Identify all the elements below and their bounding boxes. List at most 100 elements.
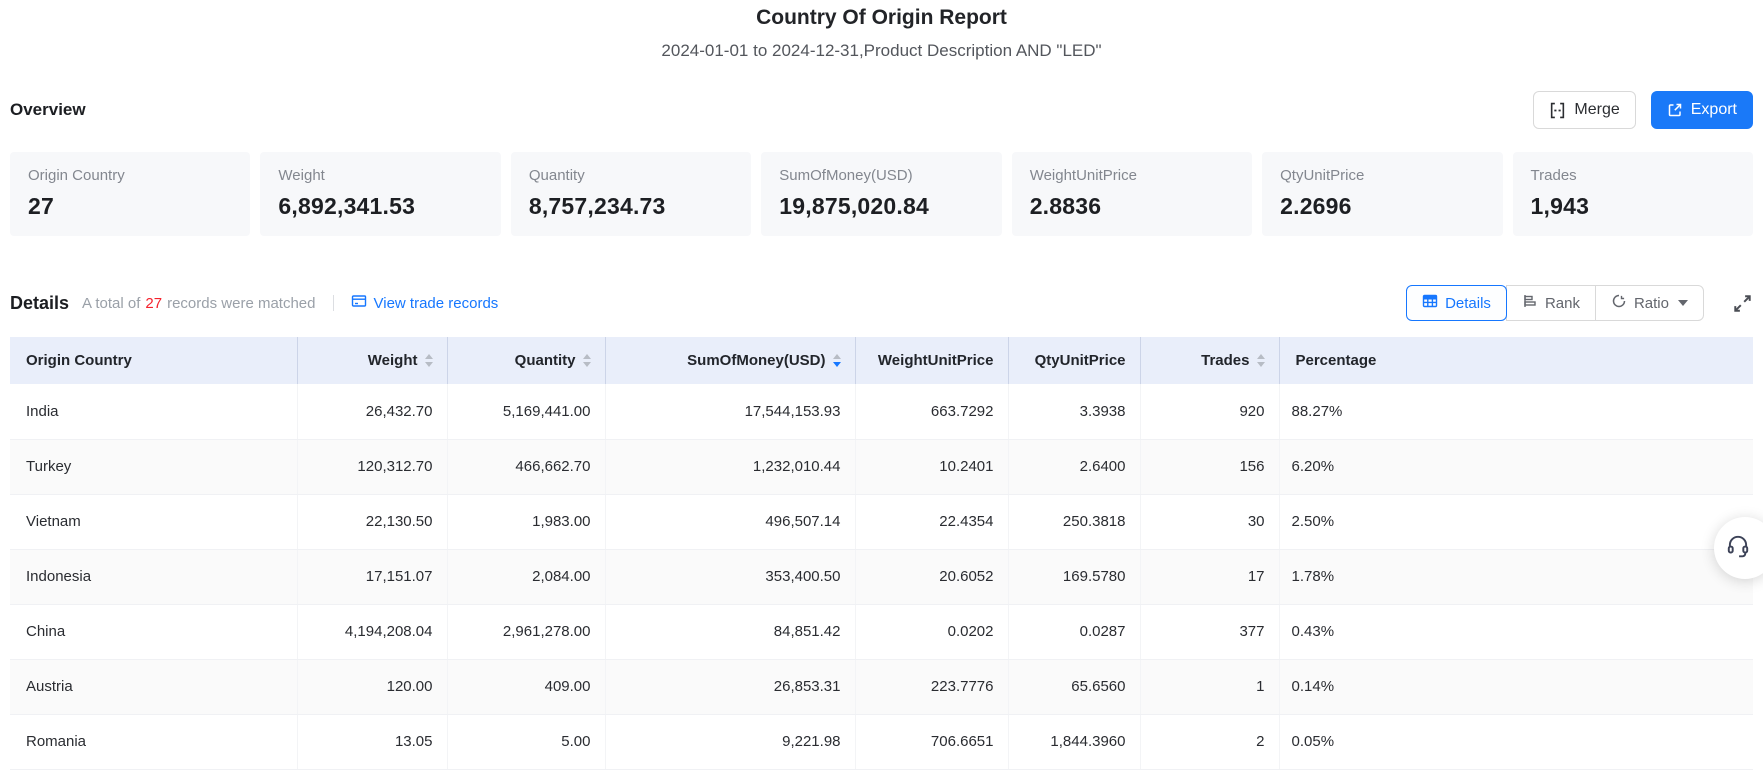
cell-weight-unit-price: 10.2401	[855, 439, 1008, 494]
tab-details[interactable]: Details	[1406, 285, 1507, 321]
cell-sum-of-money: 353,400.50	[605, 549, 855, 604]
cell-country: India	[10, 384, 297, 439]
cell-percentage: 0.43%	[1279, 604, 1753, 659]
cell-country: Vietnam	[10, 494, 297, 549]
column-label: WeightUnitPrice	[878, 352, 994, 369]
sort-carets-icon	[425, 354, 433, 367]
cell-country: Indonesia	[10, 549, 297, 604]
column-header-qty-unit-price: QtyUnitPrice	[1008, 337, 1140, 384]
stat-value: 8,757,234.73	[529, 193, 733, 220]
merge-cells-icon	[1549, 102, 1566, 119]
cell-weight: 22,130.50	[297, 494, 447, 549]
stat-label: Origin Country	[28, 167, 232, 184]
stat-value: 2.8836	[1030, 193, 1234, 220]
sort-carets-icon	[583, 354, 591, 367]
cell-sum-of-money: 26,853.31	[605, 659, 855, 714]
cell-quantity: 466,662.70	[447, 439, 605, 494]
cell-country: China	[10, 604, 297, 659]
cell-percentage: 0.14%	[1279, 659, 1753, 714]
cell-trades: 30	[1140, 494, 1279, 549]
cell-quantity: 409.00	[447, 659, 605, 714]
column-label: SumOfMoney(USD)	[687, 352, 825, 369]
cell-sum-of-money: 496,507.14	[605, 494, 855, 549]
details-bar: Details A total of27records were matched…	[0, 285, 1763, 321]
cell-quantity: 5,169,441.00	[447, 384, 605, 439]
cell-weight-unit-price: 706.6651	[855, 714, 1008, 769]
stat-value: 6,892,341.53	[278, 193, 482, 220]
column-header-weight[interactable]: Weight	[297, 337, 447, 384]
stat-label: WeightUnitPrice	[1030, 167, 1234, 184]
column-header-trades[interactable]: Trades	[1140, 337, 1279, 384]
cell-weight: 26,432.70	[297, 384, 447, 439]
stat-value: 1,943	[1531, 193, 1735, 220]
sort-carets-icon	[1257, 354, 1265, 367]
column-label: Trades	[1201, 352, 1249, 369]
tab-ratio[interactable]: Ratio	[1595, 285, 1704, 321]
table-grid-icon	[1422, 293, 1438, 313]
cell-qty-unit-price: 0.0287	[1008, 604, 1140, 659]
cell-percentage: 0.05%	[1279, 714, 1753, 769]
stat-card-quantity: Quantity 8,757,234.73	[511, 152, 751, 236]
cell-sum-of-money: 17,544,153.93	[605, 384, 855, 439]
cell-weight-unit-price: 20.6052	[855, 549, 1008, 604]
cell-sum-of-money: 9,221.98	[605, 714, 855, 769]
stat-label: Trades	[1531, 167, 1735, 184]
cell-country: Turkey	[10, 439, 297, 494]
tab-rank-label: Rank	[1545, 295, 1580, 312]
column-label: Quantity	[515, 352, 576, 369]
stat-label: SumOfMoney(USD)	[779, 167, 983, 184]
cell-weight-unit-price: 22.4354	[855, 494, 1008, 549]
cell-qty-unit-price: 3.3938	[1008, 384, 1140, 439]
cell-quantity: 2,961,278.00	[447, 604, 605, 659]
cell-trades: 17	[1140, 549, 1279, 604]
table-header-row: Origin Country Weight Quantity SumOfMone…	[10, 337, 1753, 384]
view-trade-records-link[interactable]: View trade records	[351, 293, 499, 313]
stat-card-sum-of-money: SumOfMoney(USD) 19,875,020.84	[761, 152, 1001, 236]
ratio-pie-icon	[1611, 293, 1627, 313]
view-toggle-group: Details Rank Ratio	[1406, 285, 1704, 321]
report-query-subtitle: 2024-01-01 to 2024-12-31,Product Descrip…	[0, 41, 1763, 61]
column-label: Weight	[368, 352, 418, 369]
cell-trades: 2	[1140, 714, 1279, 769]
stat-card-weight: Weight 6,892,341.53	[260, 152, 500, 236]
cell-qty-unit-price: 65.6560	[1008, 659, 1140, 714]
report-actions: Merge Export	[1533, 91, 1753, 129]
cell-qty-unit-price: 250.3818	[1008, 494, 1140, 549]
cell-weight-unit-price: 0.0202	[855, 604, 1008, 659]
stat-value: 2.2696	[1280, 193, 1484, 220]
stat-card-origin-country: Origin Country 27	[10, 152, 250, 236]
rank-bars-icon	[1522, 293, 1538, 313]
cell-weight: 120,312.70	[297, 439, 447, 494]
column-label: Percentage	[1296, 352, 1377, 369]
column-header-weight-unit-price: WeightUnitPrice	[855, 337, 1008, 384]
trade-records-icon	[351, 293, 367, 313]
cell-percentage: 1.78%	[1279, 549, 1753, 604]
export-button[interactable]: Export	[1651, 91, 1753, 129]
chevron-down-icon	[1678, 300, 1688, 306]
column-label: Origin Country	[26, 352, 132, 369]
cell-weight: 4,194,208.04	[297, 604, 447, 659]
export-icon	[1667, 102, 1683, 118]
column-header-sum-of-money[interactable]: SumOfMoney(USD)	[605, 337, 855, 384]
table-row-china: China 4,194,208.04 2,961,278.00 84,851.4…	[10, 604, 1753, 659]
cell-trades: 377	[1140, 604, 1279, 659]
tab-details-label: Details	[1445, 295, 1491, 312]
table-row-turkey: Turkey 120,312.70 466,662.70 1,232,010.4…	[10, 439, 1753, 494]
details-heading: Details	[10, 293, 69, 314]
cell-weight: 13.05	[297, 714, 447, 769]
export-button-label: Export	[1691, 101, 1737, 119]
table-row-romania: Romania 13.05 5.00 9,221.98 706.6651 1,8…	[10, 714, 1753, 769]
cell-country: Austria	[10, 659, 297, 714]
cell-country: Romania	[10, 714, 297, 769]
column-header-quantity[interactable]: Quantity	[447, 337, 605, 384]
fullscreen-expand-icon[interactable]	[1732, 293, 1753, 314]
cell-sum-of-money: 1,232,010.44	[605, 439, 855, 494]
tab-rank[interactable]: Rank	[1506, 285, 1596, 321]
cell-trades: 156	[1140, 439, 1279, 494]
headset-icon	[1725, 533, 1763, 564]
tab-ratio-label: Ratio	[1634, 295, 1669, 312]
matched-suffix: records were matched	[167, 295, 315, 312]
cell-quantity: 1,983.00	[447, 494, 605, 549]
merge-button[interactable]: Merge	[1533, 91, 1635, 129]
cell-weight-unit-price: 663.7292	[855, 384, 1008, 439]
